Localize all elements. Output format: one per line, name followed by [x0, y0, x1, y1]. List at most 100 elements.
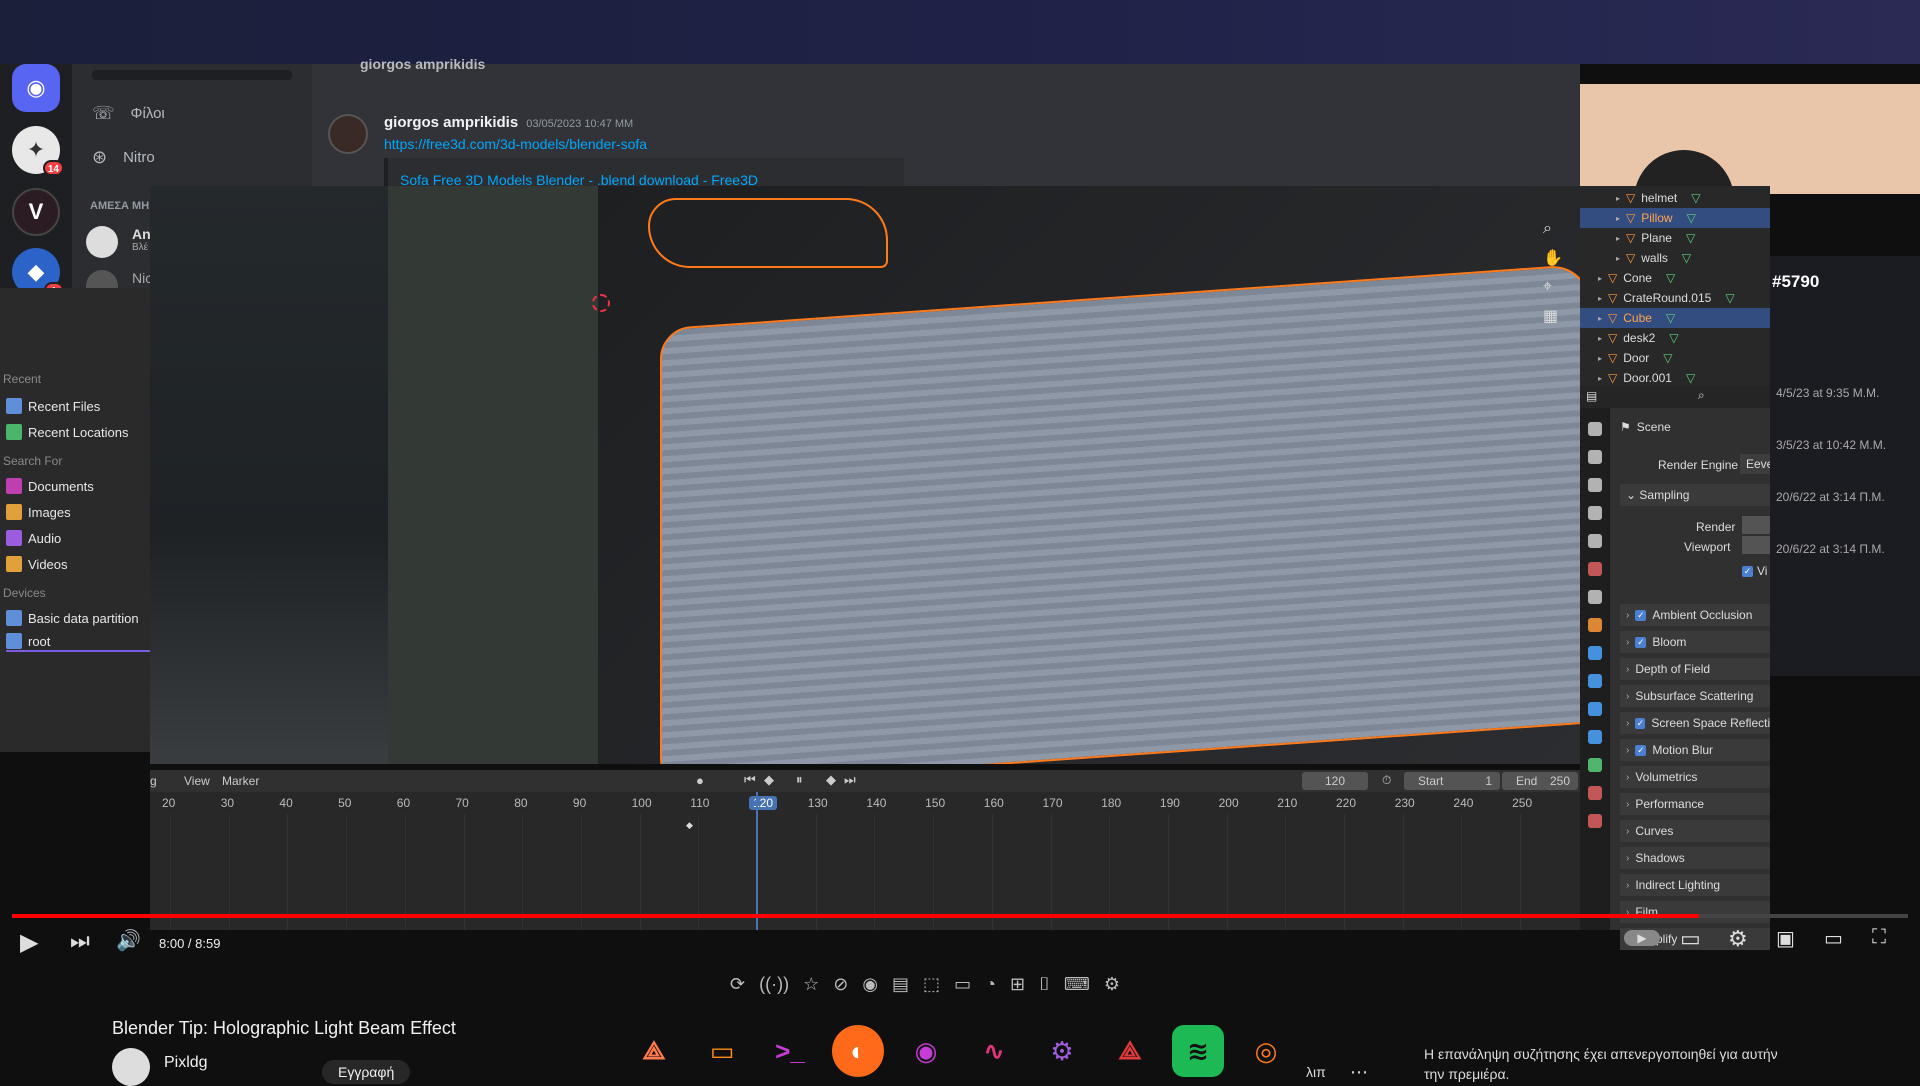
particles-icon[interactable] [1588, 674, 1602, 688]
prev-keyframe-icon[interactable]: ◆ [764, 772, 774, 788]
sampling-section[interactable]: ⌄ Sampling [1620, 484, 1770, 506]
timeline-marker-menu[interactable]: Marker [222, 774, 259, 788]
subtitles-icon[interactable]: ▭ [1680, 926, 1701, 952]
render-section-row[interactable]: › Depth of Field [1620, 658, 1770, 680]
documents-item[interactable]: Documents [6, 476, 94, 496]
expand-arrow-icon[interactable]: ▸ [1598, 334, 1602, 343]
grid-view-icon[interactable]: ▦ [1543, 306, 1558, 326]
render-section-row[interactable]: › Indirect Lighting [1620, 874, 1770, 896]
server-bird-button[interactable]: ✦ 14 [12, 126, 64, 176]
expand-arrow-icon[interactable]: ▸ [1598, 294, 1602, 303]
search-icon[interactable]: ⌕ [1698, 388, 1705, 403]
camera-icon[interactable]: ⌖ [1543, 278, 1552, 296]
check-icon[interactable]: ✓ [1635, 717, 1646, 729]
viewport-samples-field[interactable] [1742, 536, 1770, 554]
render-section-row[interactable]: › Subsurface Scattering [1620, 685, 1770, 707]
speed-icon[interactable]: ◔ [985, 974, 996, 995]
tool-icon[interactable] [1588, 422, 1602, 436]
modifier-icon[interactable] [1588, 646, 1602, 660]
3d-cursor-icon[interactable] [592, 294, 610, 312]
avatar[interactable] [112, 1048, 150, 1086]
render-section-row[interactable]: › ✓ Bloom [1620, 631, 1770, 653]
expand-arrow-icon[interactable]: ▸ [1598, 274, 1602, 283]
expand-arrow-icon[interactable]: ▸ [1616, 194, 1620, 203]
videos-item[interactable]: Videos [6, 554, 68, 574]
no-ads-icon[interactable]: ⊘ [833, 974, 848, 995]
timeline-view-menu[interactable]: View [184, 774, 210, 788]
constraints-icon[interactable] [1588, 730, 1602, 744]
autoplay-toggle[interactable]: ▶ [1624, 930, 1660, 946]
server-valorant-button[interactable]: V [12, 188, 60, 236]
dm-name[interactable]: An [132, 226, 151, 242]
blender-3d-viewport[interactable]: ⌕ ✋ ⌖ ▦ [150, 186, 1580, 764]
files-app-icon[interactable]: ▭ [696, 1025, 748, 1077]
play-icon[interactable]: ▶ [20, 928, 38, 957]
render-section-row[interactable]: › Curves [1620, 820, 1770, 842]
channel-name[interactable]: Pixldg [164, 1054, 208, 1072]
outliner-row[interactable]: ▸ ▽ Pillow ▽ [1580, 208, 1770, 228]
render-section-row[interactable]: › ✓ Ambient Occlusion [1620, 604, 1770, 626]
physics-icon[interactable] [1588, 702, 1602, 716]
outliner-row[interactable]: ▸ ▽ walls ▽ [1580, 248, 1770, 268]
render-engine-select[interactable]: Eeve [1740, 454, 1770, 474]
next-icon[interactable]: ⏭ [70, 928, 90, 954]
scene-icon[interactable] [1588, 534, 1602, 548]
message-author[interactable]: giorgos amprikidis [384, 114, 518, 131]
render-icon[interactable] [1588, 450, 1602, 464]
expand-arrow-icon[interactable]: ▸ [1598, 354, 1602, 363]
clapperboard-icon[interactable]: ▤ [892, 974, 909, 995]
pause-icon[interactable]: ⏸ [796, 772, 803, 788]
outliner-row[interactable]: ▸ ▽ Door ▽ [1580, 348, 1770, 368]
spotify-app-icon[interactable]: ≋ [1172, 1025, 1224, 1077]
render-section-row[interactable]: › Shadows [1620, 847, 1770, 869]
images-item[interactable]: Images [6, 502, 71, 522]
selected-cube-mesh[interactable] [660, 263, 1580, 764]
outliner-row[interactable]: ▸ ▽ helmet ▽ [1580, 188, 1770, 208]
embed-title[interactable]: Sofa Free 3D Models Blender - .blend dow… [400, 172, 758, 186]
keyboard-icon[interactable]: ⌨ [1064, 974, 1090, 995]
volume-icon[interactable]: 🔊 [116, 928, 141, 953]
aspect-icon[interactable]: ▭ [954, 974, 971, 995]
data-icon[interactable] [1588, 758, 1602, 772]
add-icon[interactable]: ⊞ [1010, 974, 1025, 995]
find-conversation-input[interactable] [92, 70, 292, 80]
eye-icon[interactable]: ◉ [862, 974, 878, 995]
outliner-row[interactable]: ▸ ▽ Cone ▽ [1580, 268, 1770, 288]
outliner-row[interactable]: ▸ ▽ CrateRound.015 ▽ [1580, 288, 1770, 308]
discord-app-icon[interactable]: ◉ [900, 1025, 952, 1077]
outliner-row[interactable]: ▸ ▽ Cube ▽ [1580, 308, 1770, 328]
start-frame-field[interactable]: Start 1 [1404, 772, 1500, 790]
render-section-row[interactable]: › ✓ Motion Blur [1620, 739, 1770, 761]
theater-mode-icon[interactable]: ▭ [1824, 926, 1843, 951]
check-icon[interactable]: ✓ [1635, 744, 1647, 756]
friends-nav-item[interactable]: ☏ Φίλοι [92, 98, 165, 128]
timeline-area[interactable]: 20 30 40 50 60 70 80 90 100 110 120 130 140 150 160 170… [150, 792, 1580, 930]
viewport-denoise-checkbox[interactable]: ✓ Vi [1742, 564, 1767, 578]
render-section-row[interactable]: › Performance [1620, 793, 1770, 815]
root-item[interactable]: root [6, 632, 150, 652]
output-icon[interactable] [1588, 478, 1602, 492]
gear-icon[interactable]: ⚙ [1728, 926, 1748, 952]
material-icon[interactable] [1588, 786, 1602, 800]
jump-start-icon[interactable]: ⏮ [744, 772, 756, 788]
discord-home-button[interactable]: ◉ [12, 64, 60, 112]
world-icon[interactable] [1588, 562, 1602, 576]
record-icon[interactable]: ● [696, 773, 704, 788]
terminal-app-icon[interactable]: >_ [764, 1025, 816, 1077]
current-frame-field[interactable]: 120 [1302, 772, 1368, 790]
partition-item[interactable]: Basic data partition [6, 608, 139, 628]
message-link[interactable]: https://free3d.com/3d-models/blender-sof… [384, 136, 647, 152]
expand-arrow-icon[interactable]: ▸ [1616, 214, 1620, 223]
editor-type-icon[interactable]: ▤ [1586, 389, 1597, 403]
audio-item[interactable]: Audio [6, 528, 61, 548]
texture-icon[interactable] [1588, 814, 1602, 828]
fullscreen-icon[interactable]: ⛶ [1872, 926, 1886, 949]
outliner-row[interactable]: ▸ ▽ desk2 ▽ [1580, 328, 1770, 348]
timeline-editor-menu[interactable]: g [150, 774, 157, 788]
collection-icon[interactable] [1588, 590, 1602, 604]
steam-app-icon[interactable]: ⚙ [1036, 1025, 1088, 1077]
render-section-row[interactable]: › ✓ Screen Space Reflectior [1620, 712, 1770, 734]
recent-locations-item[interactable]: Recent Locations [6, 422, 128, 442]
object-icon[interactable] [1588, 618, 1602, 632]
view-layer-icon[interactable] [1588, 506, 1602, 520]
